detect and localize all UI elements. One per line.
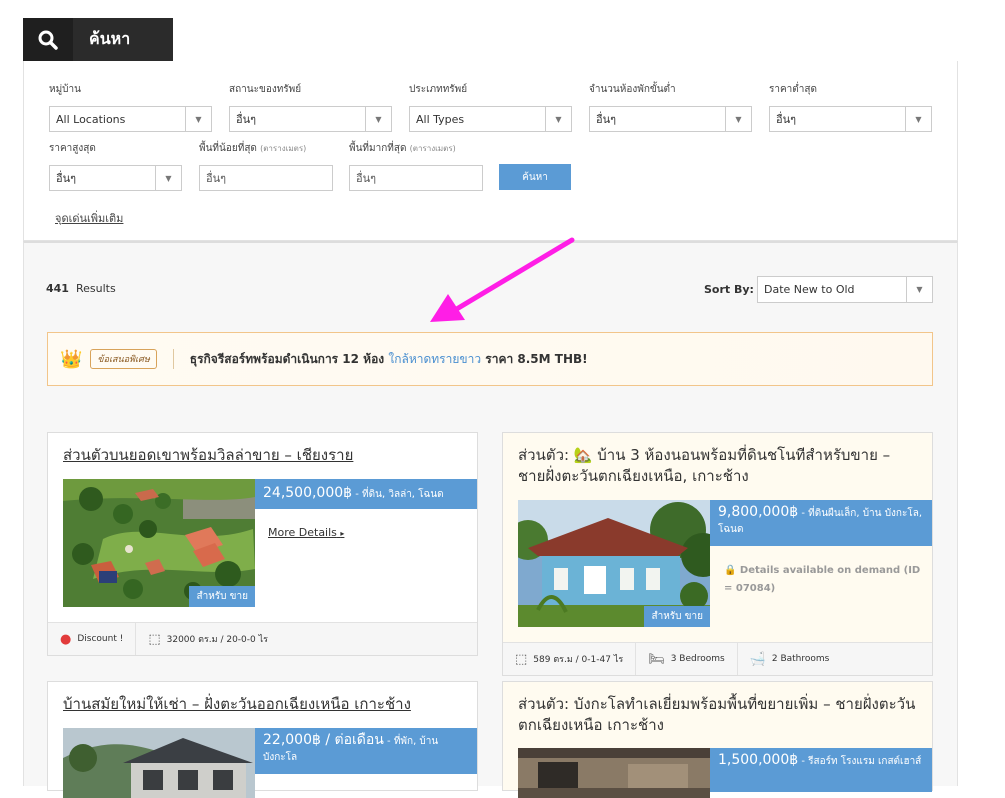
listing-price: 24,500,000฿ - ที่ดิน, วิลล่า, โฉนด <box>255 479 477 509</box>
banner-divider <box>172 349 174 369</box>
listing-tag: สำหรับ ขาย <box>189 586 255 607</box>
listing-card[interactable]: ส่วนตัว: 🏡 บ้าน 3 ห้องนอนพร้อมที่ดินชโนท… <box>502 432 933 676</box>
bedrooms-label: จำนวนห้องพักขั้นต่ำ <box>589 84 676 95</box>
sort-select-value: Date New to Old <box>764 283 855 296</box>
search-button[interactable]: ค้นหา <box>499 164 571 190</box>
chevron-down-icon: ▼ <box>185 107 211 131</box>
special-offer-banner[interactable]: 👑 ข้อเสนอพิเศษ ธุรกิจรีสอร์ทพร้อมดำเนินก… <box>47 332 933 386</box>
banner-link[interactable]: ใกล้หาดทรายขาว <box>388 352 481 366</box>
search-tab-label: ค้นหา <box>89 29 131 48</box>
listing-tag: สำหรับ ขาย <box>644 606 710 627</box>
more-features-link[interactable]: จุดเด่นเพิ่มเติม <box>55 209 123 227</box>
min-area-label: พื้นที่น้อยที่สุด (ตารางเมตร) <box>199 143 307 154</box>
listing-photo[interactable] <box>518 748 710 798</box>
listing-photo[interactable]: สำหรับ ขาย <box>63 479 255 607</box>
search-tab[interactable]: ค้นหา <box>23 18 173 61</box>
sort-label: Sort By: <box>704 283 754 296</box>
annotation-arrow <box>430 237 575 322</box>
listing-title[interactable]: ส่วนตัว: บังกะโลทำเลเยี่ยมพร้อมพื้นที่ขย… <box>518 694 923 736</box>
listing-price: 9,800,000฿ - ที่ดินผืนเล็ก, บ้าน บังกะโล… <box>710 500 932 546</box>
sort-select[interactable]: Date New to Old ▼ <box>757 276 933 303</box>
min-price-select[interactable]: อื่นๆ ▼ <box>769 106 932 132</box>
listing-photo[interactable]: สำหรับ ขาย <box>518 500 710 627</box>
area-icon: ⬚ <box>515 651 528 667</box>
discount-item: ● Discount ! <box>48 623 137 655</box>
status-select-value: อื่นๆ <box>236 113 257 126</box>
max-area-input[interactable]: อื่นๆ <box>349 165 483 191</box>
listing-title[interactable]: บ้านสมัยใหม่ให้เช่า – ฝั่งตะวันออกเฉียงเ… <box>63 694 463 715</box>
listing-title[interactable]: ส่วนตัวบนยอดเขาพร้อมวิลล่าขาย – เชียงราย <box>63 445 463 466</box>
max-price-select-value: อื่นๆ <box>56 172 77 185</box>
bedrooms-select[interactable]: อื่นๆ ▼ <box>589 106 752 132</box>
listing-card[interactable]: ส่วนตัวบนยอดเขาพร้อมวิลล่าขาย – เชียงราย… <box>47 432 478 656</box>
search-icon <box>23 18 73 61</box>
village-select[interactable]: All Locations ▼ <box>49 106 212 132</box>
max-price-select[interactable]: อื่นๆ ▼ <box>49 165 182 191</box>
more-details-link[interactable]: More Details ▸ <box>268 526 344 539</box>
area-item: ⬚ 589 ตร.ม / 0-1-47 ไร <box>503 643 637 675</box>
results-count: 441 Results <box>46 282 116 295</box>
listing-photo[interactable] <box>63 728 255 798</box>
max-area-label: พื้นที่มากที่สุด (ตารางเมตร) <box>349 143 456 154</box>
listing-card[interactable]: บ้านสมัยใหม่ให้เช่า – ฝั่งตะวันออกเฉียงเ… <box>47 681 478 798</box>
chevron-down-icon: ▼ <box>725 107 751 131</box>
listing-title[interactable]: ส่วนตัว: 🏡 บ้าน 3 ห้องนอนพร้อมที่ดินชโนท… <box>518 445 923 487</box>
area-icon: ⬚ <box>148 631 161 647</box>
listing-footer: ● Discount ! ⬚ 32000 ตร.ม / 20-0-0 ไร <box>48 622 477 655</box>
caret-right-icon: ▸ <box>340 529 345 538</box>
bath-icon: 🛁 <box>749 651 766 667</box>
area-item: ⬚ 32000 ตร.ม / 20-0-0 ไร <box>148 631 268 647</box>
max-price-label: ราคาสูงสุด <box>49 143 96 154</box>
status-label: สถานะของทรัพย์ <box>229 84 302 95</box>
listing-price: 1,500,000฿ - รีสอร์ท โรงแรม เกสต์เฮาส์ <box>710 748 932 792</box>
chevron-down-icon: ▼ <box>155 166 181 190</box>
type-select-value: All Types <box>416 112 465 126</box>
type-label: ประเภททรัพย์ <box>409 84 468 95</box>
details-on-demand: 🔒 Details available on demand (ID = 0708… <box>724 565 921 594</box>
chevron-down-icon: ▼ <box>906 277 932 302</box>
bathrooms-item: 🛁 2 Bathrooms <box>749 651 830 667</box>
chevron-down-icon: ▼ <box>365 107 391 131</box>
listing-card[interactable]: ส่วนตัว: บังกะโลทำเลเยี่ยมพร้อมพื้นที่ขย… <box>502 681 933 798</box>
bedrooms-select-value: อื่นๆ <box>596 113 617 126</box>
min-area-input[interactable]: อื่นๆ <box>199 165 333 191</box>
search-panel: หมู่บ้าน All Locations ▼ สถานะของทรัพย์ อ… <box>23 61 958 241</box>
chevron-down-icon: ▼ <box>905 107 931 131</box>
village-label: หมู่บ้าน <box>49 84 81 95</box>
chevron-down-icon: ▼ <box>545 107 571 131</box>
status-select[interactable]: อื่นๆ ▼ <box>229 106 392 132</box>
discount-icon: ● <box>60 631 72 647</box>
min-price-select-value: อื่นๆ <box>776 113 797 126</box>
banner-text: ธุรกิจรีสอร์ทพร้อมดำเนินการ 12 ห้อง ใกล้… <box>189 351 588 366</box>
bed-icon: 🛏 <box>648 651 665 667</box>
crown-icon: 👑 <box>60 348 83 370</box>
listing-price: 22,000฿ / ต่อเดือน - ที่พัก, บ้าน บังกะโ… <box>255 728 477 774</box>
listing-footer: ⬚ 589 ตร.ม / 0-1-47 ไร 🛏 3 Bedrooms 🛁 2 Bat… <box>503 642 932 675</box>
min-price-label: ราคาต่ำสุด <box>769 84 817 95</box>
bedrooms-item: 🛏 3 Bedrooms <box>636 643 738 675</box>
village-select-value: All Locations <box>56 112 126 126</box>
special-offer-badge: ข้อเสนอพิเศษ <box>90 349 157 369</box>
type-select[interactable]: All Types ▼ <box>409 106 572 132</box>
